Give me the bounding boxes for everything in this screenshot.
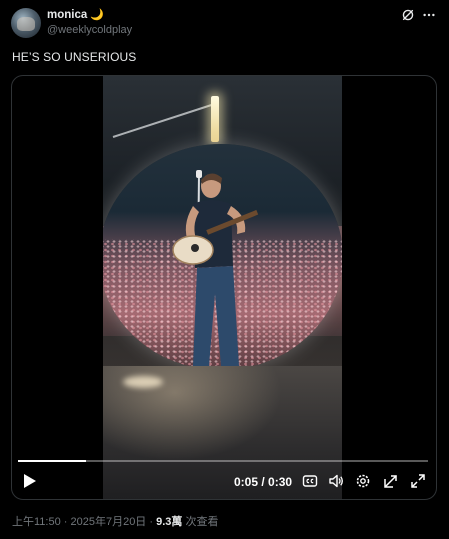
post-timestamp[interactable]: 上午11:50 · 2025年7月20日 · [12, 516, 156, 528]
moon-emoji-icon: 🌙 [90, 8, 104, 21]
author-name-text[interactable]: monica [47, 9, 87, 21]
volume-icon[interactable] [328, 473, 344, 489]
views-label: 次查看 [182, 516, 219, 528]
video-stage-light [211, 96, 219, 142]
author-handle[interactable]: @weeklycoldplay [47, 24, 132, 36]
post-meta: 上午11:50 · 2025年7月20日 · 9.3萬 次查看 [12, 513, 218, 529]
avatar[interactable] [11, 8, 41, 38]
video-spotlight [103, 144, 342, 370]
video-frame[interactable] [103, 76, 342, 499]
fullscreen-icon[interactable] [410, 473, 426, 489]
more-icon[interactable] [422, 8, 436, 22]
video-time-display: 0:05 / 0:30 [234, 475, 293, 489]
video-progress-fill [18, 460, 87, 462]
video-light-glare [123, 376, 163, 388]
post-card: monica 🌙 @weeklycoldplay HE’S SO UNSERIOU… [0, 0, 449, 539]
post-text: HE’S SO UNSERIOUS [12, 50, 137, 64]
settings-gear-icon[interactable] [355, 473, 371, 489]
video-truss [112, 102, 218, 138]
author-name[interactable]: monica 🌙 [47, 8, 104, 21]
video-performer [172, 170, 259, 366]
picture-in-picture-icon[interactable] [383, 473, 399, 489]
cc-icon[interactable] [302, 473, 318, 489]
video-controls: 0:05 / 0:30 [12, 468, 436, 496]
views-count[interactable]: 9.3萬 [156, 516, 182, 528]
video-player[interactable]: 0:05 / 0:30 [11, 75, 437, 500]
grok-icon[interactable] [401, 8, 415, 22]
video-progress-bar[interactable] [18, 460, 428, 462]
play-icon[interactable] [20, 472, 38, 490]
